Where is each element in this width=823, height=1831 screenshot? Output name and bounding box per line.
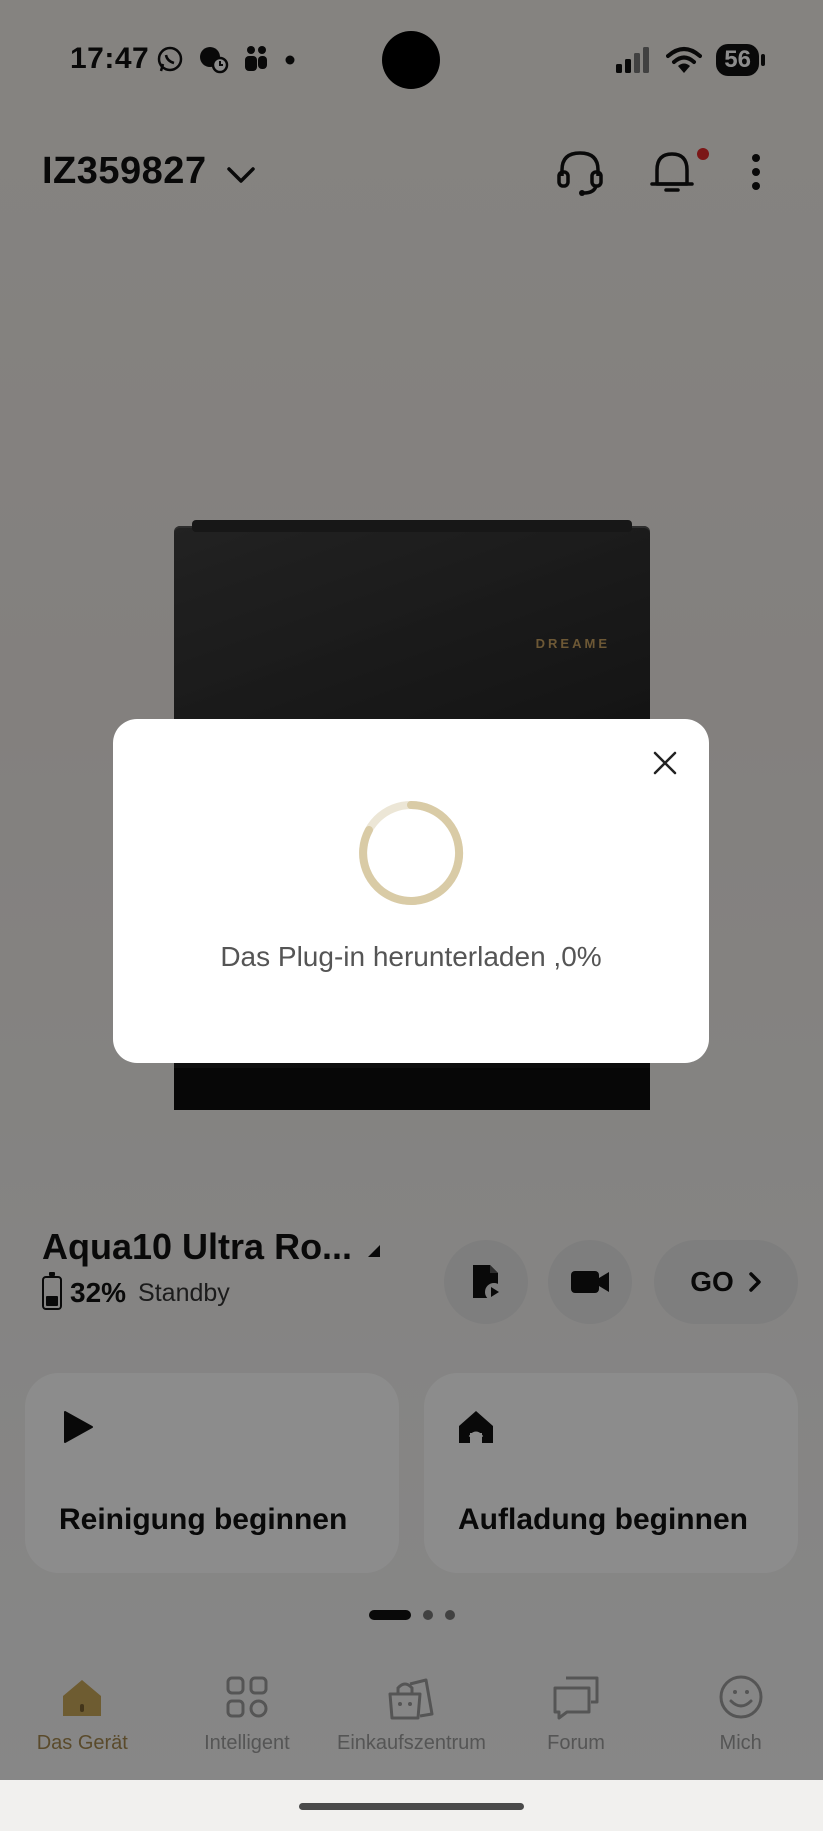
plugin-download-dialog: Das Plug-in herunterladen ,0% [113,719,709,1063]
loading-spinner-icon [359,800,464,905]
close-icon[interactable] [645,743,685,783]
home-indicator[interactable] [299,1803,524,1810]
download-progress-message: Das Plug-in herunterladen ,0% [220,941,602,972]
